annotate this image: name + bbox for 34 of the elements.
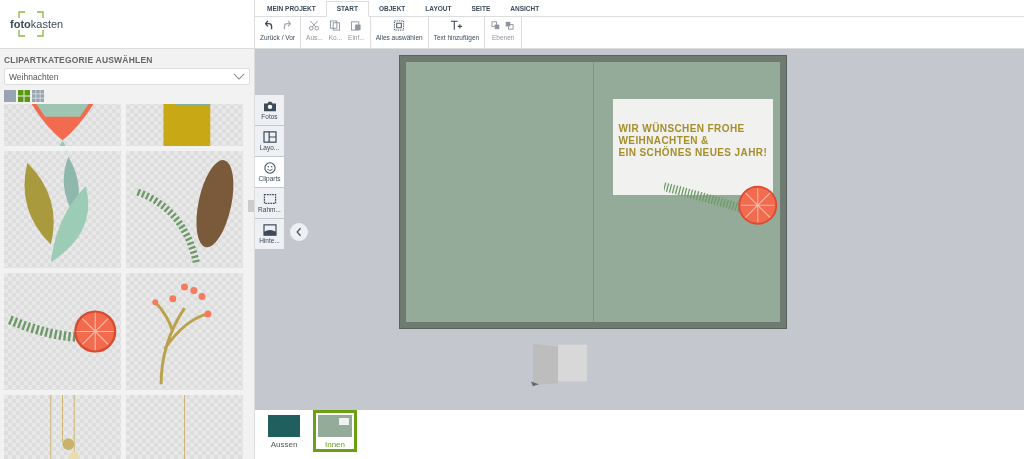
grid-size-toggle[interactable] [4, 90, 16, 102]
undo-redo-icon [264, 20, 291, 31]
frames-icon [262, 193, 277, 205]
cliparts-icon [262, 162, 277, 174]
pinecone-clipart-tile[interactable] [126, 151, 243, 268]
category-dropdown[interactable]: Weihnachten [4, 68, 250, 85]
panel-title: CLIPARTKATEGORIE AUSWÄHLEN [3, 54, 154, 67]
layers-icon [490, 20, 517, 31]
select-all-icon [393, 20, 406, 31]
baubles-drawing [50, 395, 79, 459]
greeting-text-line: EIN SCHÖNES NEUES JAHR! [618, 147, 769, 159]
grid-size-toggle[interactable] [18, 90, 30, 102]
logo-text: fotokasten [10, 18, 64, 30]
photos-icon [262, 100, 277, 112]
grid-size-toggle[interactable] [32, 90, 44, 102]
leaves-clipart-tile[interactable] [4, 151, 121, 268]
add-text-icon [450, 20, 463, 31]
citrus-branch-clipart-tile[interactable] [4, 273, 121, 390]
layouts-icon [262, 131, 277, 143]
berry-branch-clipart-tile[interactable] [126, 273, 243, 390]
copy-icon [329, 20, 342, 31]
folded-card-icon [531, 341, 589, 387]
page-preview [318, 415, 352, 437]
chevron-left-icon [296, 227, 302, 237]
paste-icon [350, 20, 363, 31]
greeting-text-line: WEIHNACHTEN & [618, 135, 710, 146]
scissors-icon [308, 20, 321, 31]
collapse-button[interactable] [290, 223, 308, 241]
chevron-down-icon [233, 73, 245, 80]
page-preview [268, 415, 300, 437]
greeting-text-line: WIR WÜNSCHEN FROHE [618, 123, 746, 135]
backgrounds-icon [262, 224, 277, 236]
scrollbar-thumb[interactable] [248, 200, 254, 212]
page-thumbnail[interactable]: Aussen [263, 410, 305, 452]
